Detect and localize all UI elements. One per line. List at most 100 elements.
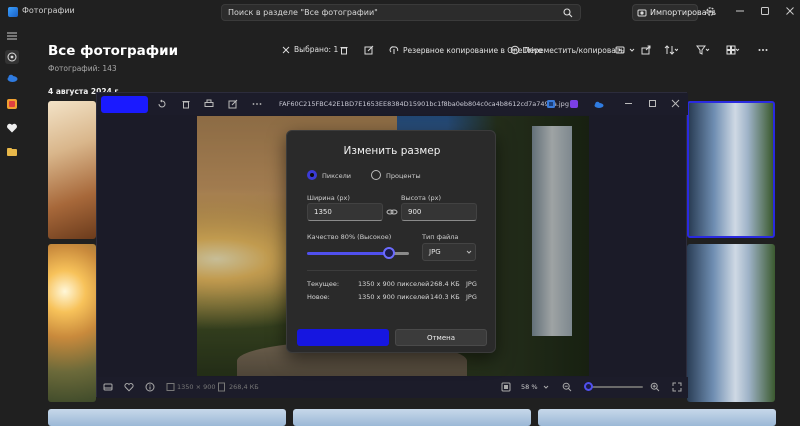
photos-app-icon <box>8 7 18 17</box>
viewer-onedrive-icon[interactable] <box>593 99 604 109</box>
viewer-close-icon[interactable] <box>671 99 680 108</box>
nav-gallery-icon[interactable] <box>5 50 19 64</box>
zoom-slider-thumb[interactable] <box>584 382 593 391</box>
photo-thumbnail[interactable] <box>538 409 776 426</box>
new-label: Новое: <box>307 293 330 301</box>
height-label: Высота (px) <box>401 194 442 202</box>
aspect-lock-link-icon[interactable] <box>386 207 398 217</box>
import-button[interactable]: Импортировать <box>632 4 716 21</box>
cancel-button[interactable]: Отмена <box>395 329 487 346</box>
delete-icon[interactable] <box>339 45 349 55</box>
viewer-delete-icon[interactable] <box>181 99 191 109</box>
dialog-divider <box>307 270 477 271</box>
selected-count: Выбрано: 1 <box>294 45 339 54</box>
search-input[interactable]: Поиск в разделе "Все фотографии" <box>228 8 378 17</box>
viewer-primary-button[interactable] <box>101 96 148 113</box>
clipchamp-icon[interactable] <box>569 99 579 109</box>
onedrive-icon[interactable] <box>6 72 18 84</box>
settings-icon[interactable] <box>705 6 716 17</box>
zoom-slider-track[interactable] <box>585 386 643 388</box>
filetype-value: JPG <box>429 248 441 256</box>
photo-thumbnail-selected[interactable] <box>687 101 775 238</box>
radio-percent[interactable] <box>371 170 381 180</box>
page-title: Все фотографии <box>48 43 179 59</box>
height-field[interactable]: 900 <box>401 203 477 221</box>
width-value: 1350 <box>314 208 332 216</box>
chevron-down-icon <box>629 47 635 53</box>
favorite-icon[interactable] <box>124 382 134 392</box>
nav-item-icon[interactable] <box>6 98 18 110</box>
current-size: 268.4 КБ <box>430 280 460 288</box>
viewer-maximize-icon[interactable] <box>648 99 657 108</box>
current-dimensions: 1350 x 900 пикселей <box>358 280 430 288</box>
app-shortcut-icon[interactable] <box>546 99 556 109</box>
quality-slider-fill[interactable] <box>307 252 389 255</box>
print-icon[interactable] <box>204 99 214 109</box>
folder-icon[interactable] <box>6 146 18 158</box>
menu-icon[interactable] <box>6 30 18 42</box>
favorites-heart-icon[interactable] <box>6 122 18 134</box>
minimize-icon[interactable] <box>735 6 745 16</box>
radio-pixels-label: Пиксели <box>322 172 351 180</box>
more-options-icon[interactable] <box>758 45 768 55</box>
share-icon[interactable] <box>641 45 651 55</box>
view-options-icon[interactable] <box>726 45 740 55</box>
move-copy-label: Переместить/копировать <box>524 45 625 55</box>
quality-label: Качество 80% (Высокое) <box>307 233 392 241</box>
move-icon <box>510 45 520 55</box>
close-icon[interactable] <box>785 6 795 16</box>
viewer-filename: FAF60C215FBC42E1BD7E1653EE8384D15901bc1f… <box>279 100 569 108</box>
zoom-level[interactable]: 58 % <box>521 383 538 391</box>
import-icon <box>637 8 647 18</box>
filmstrip-icon[interactable] <box>103 382 113 392</box>
radio-percent-label: Проценты <box>386 172 421 180</box>
search-icon[interactable] <box>563 8 573 18</box>
width-label: Ширина (px) <box>307 194 350 202</box>
filetype-label: Тип файла <box>422 233 459 241</box>
radio-pixels[interactable] <box>307 170 317 180</box>
rotate-icon[interactable] <box>157 99 167 109</box>
height-value: 900 <box>408 208 422 216</box>
width-field[interactable]: 1350 <box>307 203 383 221</box>
quality-slider-thumb[interactable] <box>383 247 395 259</box>
photo-thumbnail[interactable] <box>293 409 531 426</box>
filesize-icon <box>217 382 226 392</box>
save-resized-button[interactable] <box>297 329 389 346</box>
new-size: 140.3 КБ <box>430 293 460 301</box>
selection-button[interactable]: Выбрано: 1 <box>282 45 338 54</box>
search-box[interactable]: Поиск в разделе "Все фотографии" <box>221 4 581 21</box>
fit-to-window-icon[interactable] <box>501 382 511 392</box>
photo-thumbnail[interactable] <box>48 409 286 426</box>
title-bar: Фотографии Поиск в разделе "Все фотограф… <box>0 0 800 24</box>
maximize-icon[interactable] <box>760 6 770 16</box>
photo-thumbnail[interactable] <box>48 101 96 239</box>
filter-icon[interactable] <box>696 45 710 55</box>
status-filesize: 268,4 КБ <box>229 383 259 391</box>
viewer-toolbar: FAF60C215FBC42E1BD7E1653EE8384D15901bc1f… <box>97 93 688 115</box>
nav-rail <box>0 24 24 426</box>
viewer-status-bar: 1350 × 900 268,4 КБ 58 % <box>97 377 688 398</box>
new-dimensions: 1350 x 900 пикселей <box>358 293 430 301</box>
cancel-label: Отмена <box>426 334 456 342</box>
photo-thumbnail[interactable] <box>48 244 96 402</box>
photo-count: Фотографий: 143 <box>48 64 117 73</box>
viewer-edit-icon[interactable] <box>228 99 238 109</box>
viewer-more-icon[interactable] <box>252 99 262 109</box>
status-dimensions: 1350 × 900 <box>177 383 216 391</box>
close-selection-icon <box>282 46 290 54</box>
viewer-minimize-icon[interactable] <box>624 99 633 108</box>
edit-icon[interactable] <box>364 45 374 55</box>
zoom-dropdown-chevron-icon[interactable] <box>543 382 549 392</box>
zoom-in-icon[interactable] <box>650 382 660 392</box>
filetype-select[interactable]: JPG <box>422 243 476 261</box>
dimensions-icon <box>166 382 175 392</box>
fullscreen-icon[interactable] <box>672 382 682 392</box>
photo-thumbnail[interactable] <box>687 244 775 402</box>
resize-dialog: Изменить размер Пиксели Проценты Ширина … <box>286 130 496 353</box>
current-type: JPG <box>466 280 477 288</box>
info-icon[interactable] <box>145 382 155 392</box>
sort-icon[interactable] <box>664 45 678 55</box>
zoom-out-icon[interactable] <box>562 382 572 392</box>
slideshow-icon[interactable] <box>615 45 625 55</box>
dialog-title: Изменить размер <box>343 145 441 157</box>
